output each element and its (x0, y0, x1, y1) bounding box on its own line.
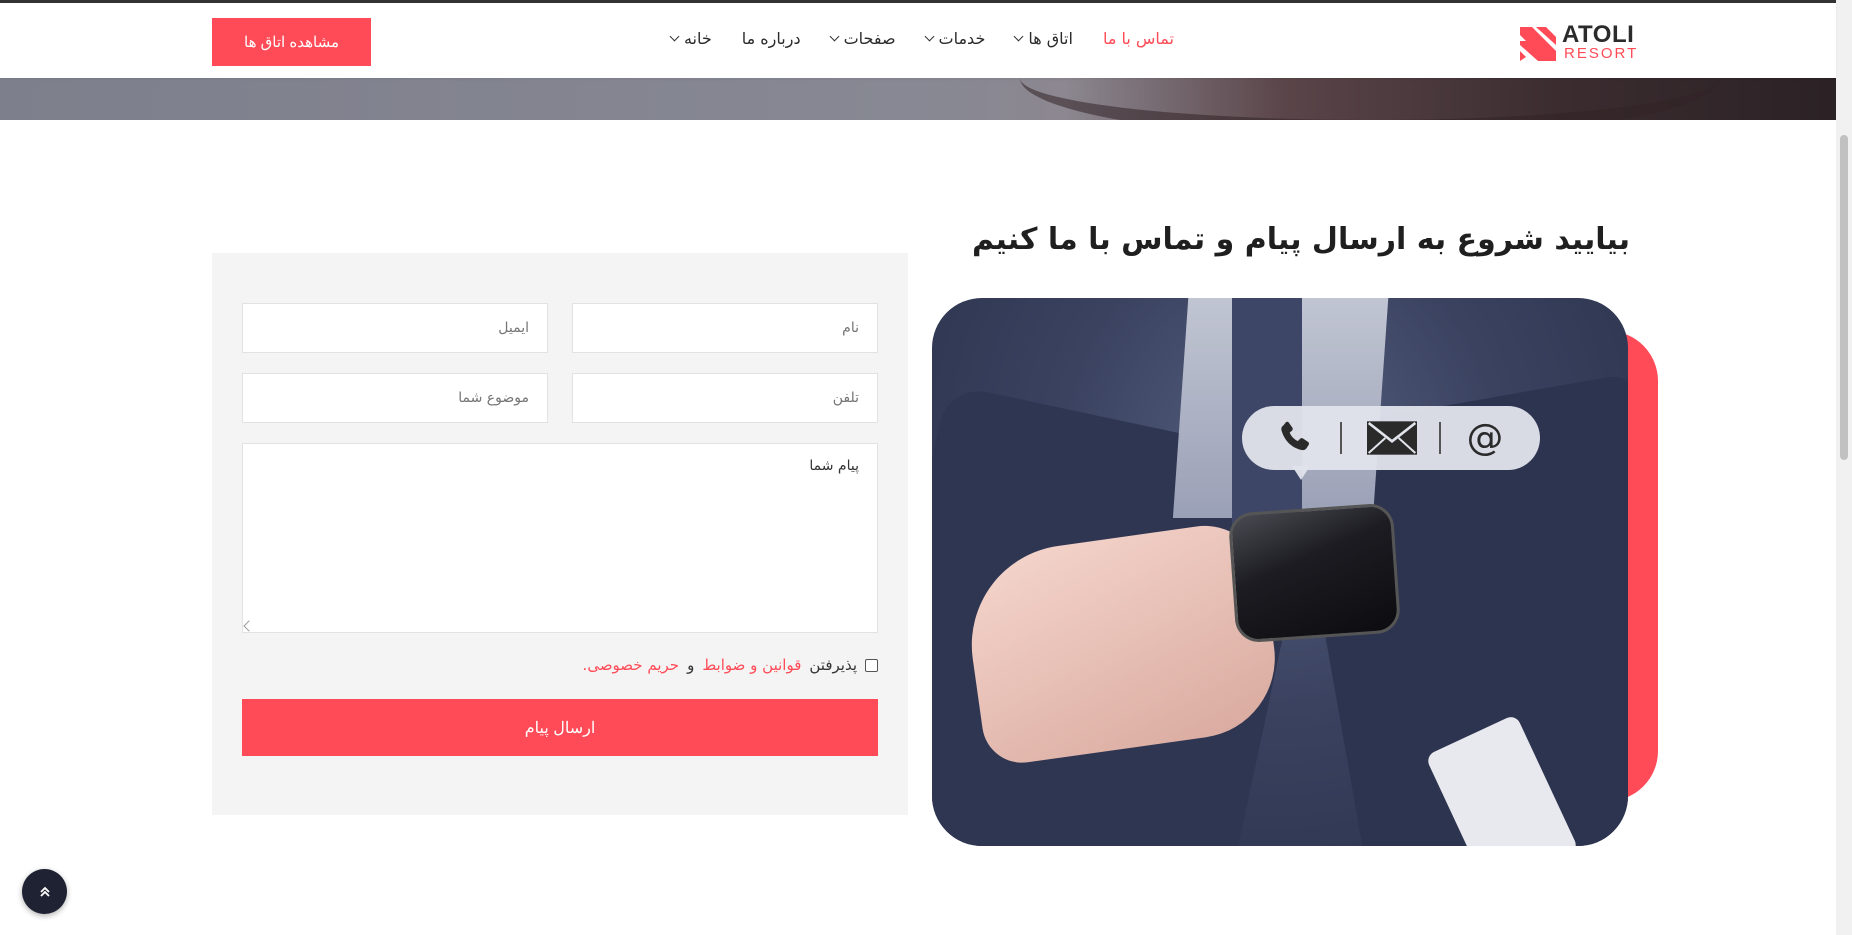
scrollbar[interactable] (1836, 0, 1852, 935)
svg-text:@: @ (1467, 418, 1504, 458)
agree-prefix: پذیرفتن (809, 656, 857, 674)
nav-item-label: تماس با ما (1102, 29, 1174, 48)
name-field[interactable] (572, 303, 878, 353)
contact-bubble: @ (1242, 406, 1540, 470)
view-rooms-button[interactable]: مشاهده اتاق ها (212, 18, 371, 66)
agree-and: و (687, 656, 695, 674)
message-field[interactable]: پیام شما (242, 443, 878, 633)
nav-item-label: خانه (683, 29, 712, 48)
nav-item-home[interactable]: خانه (669, 29, 712, 48)
contact-form: پیام شما پذیرفتن قوانین و ضوابط و حریم خ… (212, 253, 908, 815)
phone-field[interactable] (572, 373, 878, 423)
at-sign-icon: @ (1467, 418, 1504, 458)
nav-item-label: اتاق ها (1028, 29, 1073, 48)
chevron-down-icon (669, 31, 680, 42)
chevron-down-icon (924, 31, 934, 42)
brand-subtitle: RESORT (1564, 45, 1639, 62)
nav-item-label: درباره ما (741, 29, 801, 48)
nav-item-rooms[interactable]: اتاق ها (1013, 29, 1073, 48)
nav-item-label: خدمات (938, 29, 986, 48)
subject-field[interactable] (242, 373, 548, 423)
send-message-button[interactable]: ارسال پیام (242, 699, 878, 756)
nav-item-pages[interactable]: صفحات (829, 29, 896, 48)
nav-item-about[interactable]: درباره ما (742, 29, 801, 48)
separator (1439, 422, 1441, 454)
terms-checkbox[interactable] (865, 658, 878, 672)
message-placeholder: پیام شما (809, 458, 859, 474)
chevron-down-icon (829, 31, 840, 42)
hero-banner-image (0, 78, 1836, 120)
logo-mark-icon (1520, 27, 1556, 61)
terms-link[interactable]: قوانین و ضوابط (702, 656, 801, 674)
site-header: ATOLI RESORT خانه درباره ما صفحات خدمات … (0, 0, 1836, 78)
section-title: بیایید شروع به ارسال پیام و تماس با ما ک… (971, 222, 1630, 257)
phone-icon (1281, 421, 1310, 451)
main-nav: خانه درباره ما صفحات خدمات اتاق ها تماس … (669, 29, 1174, 48)
logo[interactable]: ATOLI RESORT (1518, 19, 1636, 65)
contact-photo: @ (932, 298, 1628, 846)
back-to-top-button[interactable] (22, 869, 67, 914)
scrollbar-thumb[interactable] (1840, 135, 1848, 460)
double-chevron-up-icon (39, 886, 50, 897)
terms-agreement: پذیرفتن قوانین و ضوابط و حریم خصوصی. (583, 656, 878, 674)
resize-handle-icon[interactable] (243, 620, 255, 632)
nav-item-label: صفحات (843, 29, 896, 48)
nav-item-services[interactable]: خدمات (924, 29, 986, 48)
email-field[interactable] (242, 303, 548, 353)
privacy-link[interactable]: حریم خصوصی. (583, 656, 680, 674)
nav-item-contact[interactable]: تماس با ما (1103, 29, 1174, 48)
envelope-icon (1367, 421, 1417, 455)
bubble-tail (1292, 466, 1310, 480)
chevron-down-icon (1013, 31, 1024, 42)
separator (1340, 422, 1342, 454)
hero-decoration (1020, 78, 1720, 120)
